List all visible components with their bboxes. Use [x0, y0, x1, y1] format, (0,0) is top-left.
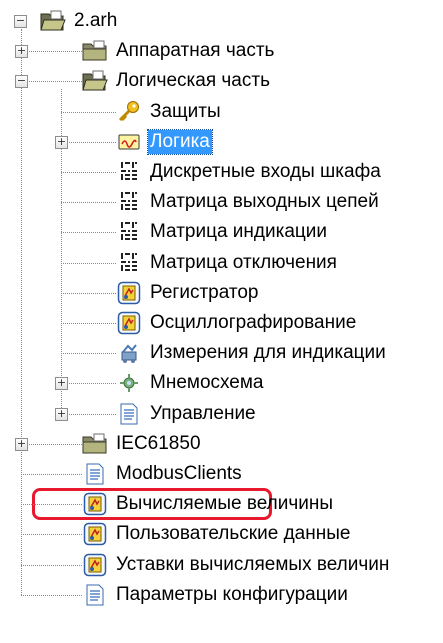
- mnemonic-icon: [116, 371, 142, 395]
- tree-root-node[interactable]: 2.arh: [40, 6, 119, 36]
- matrix-icon: [116, 220, 142, 244]
- tree-node-label: 2.arh: [74, 10, 118, 31]
- tree-node-дискретные-входы-шкафа[interactable]: Дискретные входы шкафа: [116, 157, 383, 187]
- tree-node-iec61850[interactable]: IEC61850: [82, 429, 203, 459]
- collapse-toggle[interactable]: −: [14, 15, 27, 28]
- tree-connector: [61, 383, 116, 385]
- tree-connector: [21, 594, 82, 596]
- tree-node-параметры-конфигурации[interactable]: Параметры конфигурации: [82, 580, 350, 610]
- tree-node-label: Дискретные входы шкафа: [150, 161, 381, 182]
- tree-node-управление[interactable]: Управление: [116, 399, 258, 429]
- tree-node-мнемосхема[interactable]: Мнемосхема: [116, 368, 266, 398]
- tree-connector: [21, 564, 82, 566]
- tree-node-аппаратная-часть[interactable]: Аппаратная часть: [82, 36, 276, 66]
- recorder-icon: [82, 522, 108, 546]
- recorder-icon: [116, 281, 142, 305]
- tree-node-label: Логическая часть: [116, 70, 270, 92]
- recorder-icon: [82, 492, 108, 516]
- tree-connector: [21, 504, 82, 506]
- tree-node-label: Пользовательские данные: [116, 523, 351, 545]
- expand-toggle[interactable]: +: [55, 135, 68, 149]
- tree-connector: [61, 111, 116, 113]
- matrix-icon: [116, 190, 142, 214]
- folder-icon: [82, 432, 108, 456]
- tree-node-label: Матрица выходных цепей: [150, 191, 379, 213]
- tree-node-label: Регистратор: [150, 281, 259, 303]
- tree-connector: [61, 232, 116, 234]
- tree-connector: [61, 292, 116, 294]
- expand-toggle[interactable]: +: [55, 377, 68, 391]
- tree-connector: [61, 141, 116, 143]
- tree-connector: [21, 29, 22, 595]
- tree-node-label: Матрица отключения: [150, 251, 337, 273]
- tree-node-пользовательские-данные[interactable]: Пользовательские данные: [82, 519, 352, 549]
- document-icon: [82, 462, 108, 486]
- tree-node-label: ModbusClients: [116, 463, 242, 484]
- tree-node-label: Уставки вычисляемых величин: [116, 553, 390, 575]
- tree-node-логика[interactable]: Логика: [116, 127, 213, 157]
- recorder-icon: [82, 553, 108, 577]
- tree-node-label: Логика: [147, 128, 213, 155]
- measurement-icon: [116, 341, 142, 365]
- document-icon: [116, 402, 142, 426]
- tree-node-уставки-вычисляемых-величин[interactable]: Уставки вычисляемых величин: [82, 550, 391, 580]
- key-icon: [116, 100, 142, 124]
- tree-connector: [21, 51, 82, 53]
- tree-connector: [21, 474, 82, 475]
- tree-node-label: Вычисляемые величины: [116, 493, 334, 515]
- tree-node-modbusclients[interactable]: ModbusClients: [82, 459, 244, 489]
- tree-node-label: Измерения для индикации: [150, 342, 386, 364]
- tree-node-защиты[interactable]: Защиты: [116, 97, 223, 127]
- tree-connector: [21, 81, 82, 83]
- tree-node-label: Осциллографирование: [150, 312, 357, 333]
- folder-open-icon: [40, 9, 66, 33]
- tree-node-label: IEC61850: [116, 432, 201, 454]
- tree-node-регистратор[interactable]: Регистратор: [116, 278, 261, 308]
- tree-connector: [21, 443, 82, 445]
- tree-node-label: Матрица индикации: [150, 221, 328, 243]
- tree-node-матрица-выходных-цепей[interactable]: Матрица выходных цепей: [116, 187, 381, 217]
- folder-icon: [82, 39, 108, 63]
- tree-node-измерения-для-индикации[interactable]: Измерения для индикации: [116, 338, 388, 368]
- tree-node-осциллографирование[interactable]: Осциллографирование: [116, 308, 358, 338]
- collapse-toggle[interactable]: −: [15, 75, 28, 89]
- tree-connector: [61, 262, 116, 264]
- tree-connector: [61, 323, 116, 324]
- tree-node-label: Мнемосхема: [150, 372, 264, 394]
- folder-open-icon: [82, 69, 108, 93]
- tree-connector: [61, 202, 116, 204]
- logic-icon: [116, 130, 142, 154]
- tree-view: 2.arh − Аппаратная часть + Логическая часть −…: [0, 0, 443, 643]
- expand-toggle[interactable]: +: [15, 45, 28, 59]
- recorder-icon: [116, 311, 142, 335]
- matrix-icon: [116, 160, 142, 184]
- expand-toggle[interactable]: +: [55, 407, 68, 421]
- tree-node-label: Аппаратная часть: [116, 40, 275, 62]
- tree-node-вычисляемые-величины[interactable]: Вычисляемые величины: [82, 489, 335, 519]
- matrix-icon: [116, 251, 142, 275]
- tree-node-label: Защиты: [150, 100, 221, 122]
- tree-connector: [61, 353, 116, 355]
- tree-node-матрица-отключения[interactable]: Матрица отключения: [116, 248, 339, 278]
- tree-connector: [21, 534, 82, 536]
- document-icon: [82, 583, 108, 607]
- tree-node-логическая-часть[interactable]: Логическая часть: [82, 66, 272, 96]
- tree-node-label: Параметры конфигурации: [116, 583, 348, 605]
- tree-connector: [61, 172, 116, 173]
- expand-toggle[interactable]: +: [15, 437, 28, 451]
- tree-connector: [61, 413, 116, 415]
- tree-node-label: Управление: [150, 402, 256, 424]
- tree-node-матрица-индикации[interactable]: Матрица индикации: [116, 217, 329, 247]
